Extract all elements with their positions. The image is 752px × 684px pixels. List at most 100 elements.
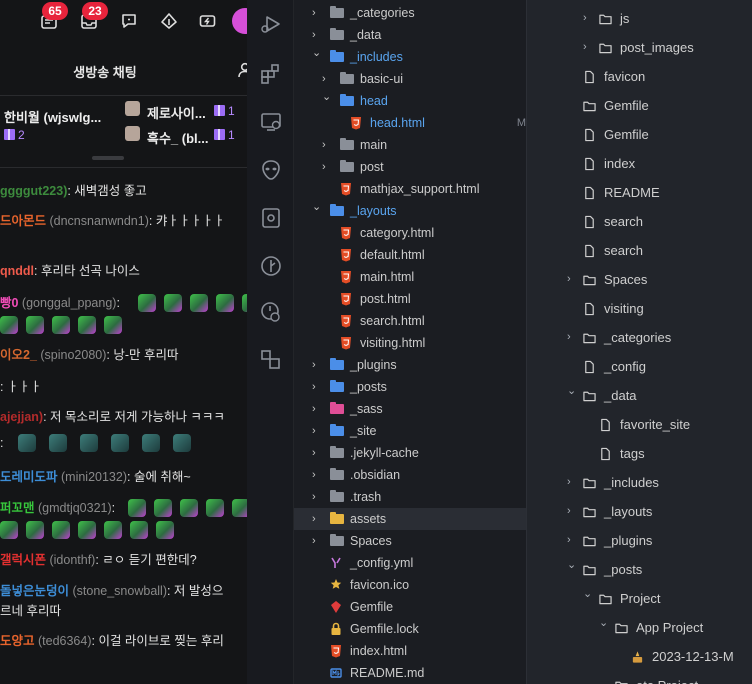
explorer-item[interactable]: › _categories: [294, 2, 526, 24]
explorer-item[interactable]: _config.yml: [294, 552, 526, 574]
chat-nickname[interactable]: 도레미도파: [0, 470, 58, 484]
notification-icon[interactable]: 65: [40, 2, 68, 30]
chevron-right-icon[interactable]: ›: [312, 442, 322, 464]
vault-tree-item[interactable]: ⌄ App Project: [527, 613, 752, 642]
donor-name[interactable]: 한비월 (wjswlg...: [4, 107, 101, 126]
explorer-item[interactable]: › main: [294, 134, 526, 156]
vault-tree-item[interactable]: visiting: [527, 294, 752, 323]
explorer-item[interactable]: default.html: [294, 244, 526, 266]
chevron-down-icon[interactable]: ⌄: [312, 196, 322, 218]
chevron-right-icon[interactable]: ›: [583, 4, 587, 33]
vault-tree-item[interactable]: Gemfile: [527, 91, 752, 120]
chevron-down-icon[interactable]: ⌄: [567, 377, 576, 406]
vault-tree-item[interactable]: › _categories: [527, 323, 752, 352]
explorer-item[interactable]: Gemfile.lock: [294, 618, 526, 640]
vault-tree-item[interactable]: search: [527, 236, 752, 265]
timeline-icon[interactable]: [259, 300, 283, 324]
explorer-item[interactable]: visiting.html: [294, 332, 526, 354]
chevron-right-icon[interactable]: ›: [567, 323, 571, 352]
chevron-right-icon[interactable]: ›: [312, 508, 322, 530]
explorer-item[interactable]: › _sass: [294, 398, 526, 420]
chat-nickname[interactable]: 도양고: [0, 634, 35, 648]
explorer-item[interactable]: mathjax_support.html: [294, 178, 526, 200]
vault-tree-item[interactable]: ete Project: [527, 671, 752, 684]
chevron-right-icon[interactable]: ›: [322, 156, 332, 178]
chat-nickname[interactable]: ajejjan): [0, 410, 43, 424]
run-debug-icon[interactable]: [259, 12, 283, 36]
explorer-item[interactable]: › _posts: [294, 376, 526, 398]
chat-nickname[interactable]: ggggut223): [0, 184, 67, 198]
chevron-right-icon[interactable]: ›: [312, 354, 322, 376]
explorer-item[interactable]: › .jekyll-cache: [294, 442, 526, 464]
chevron-right-icon[interactable]: ›: [567, 468, 571, 497]
vault-tree-item[interactable]: _config: [527, 352, 752, 381]
chevron-right-icon[interactable]: ›: [322, 134, 332, 156]
chat-nickname[interactable]: qnddl: [0, 264, 34, 278]
chat-nickname[interactable]: 돌넣은눈덩이: [0, 584, 69, 598]
chevron-right-icon[interactable]: ›: [583, 33, 587, 62]
chat-nickname[interactable]: 갤럭시폰: [0, 553, 46, 567]
chevron-down-icon[interactable]: ⌄: [312, 42, 322, 64]
extensions-icon[interactable]: [259, 62, 283, 86]
donor-name[interactable]: 흑수_ (bl...: [147, 128, 208, 147]
vault-tree-item[interactable]: Gemfile: [527, 120, 752, 149]
explorer-item[interactable]: head.html M: [294, 112, 526, 134]
explorer-item[interactable]: post.html: [294, 288, 526, 310]
diamond-icon[interactable]: [160, 12, 178, 30]
chat-nickname[interactable]: 이오2_: [0, 348, 37, 362]
chat-nickname[interactable]: 퍼꼬맨: [0, 501, 35, 515]
avatar[interactable]: [232, 8, 247, 34]
chevron-right-icon[interactable]: ›: [312, 420, 322, 442]
explorer-item[interactable]: › .obsidian: [294, 464, 526, 486]
vault-tree-item[interactable]: › js: [527, 4, 752, 33]
explorer-item[interactable]: search.html: [294, 310, 526, 332]
explorer-item[interactable]: Gemfile: [294, 596, 526, 618]
vault-tree-item[interactable]: ⌄ _data: [527, 381, 752, 410]
vault-tree-item[interactable]: tags: [527, 439, 752, 468]
explorer-item[interactable]: category.html: [294, 222, 526, 244]
chevron-down-icon[interactable]: ⌄: [322, 86, 332, 108]
vault-tree-item[interactable]: › _plugins: [527, 526, 752, 555]
chevron-right-icon[interactable]: ›: [312, 486, 322, 508]
vault-tree-item[interactable]: ⌄ _posts: [527, 555, 752, 584]
chevron-down-icon[interactable]: ⌄: [583, 580, 592, 609]
explorer-item[interactable]: › .trash: [294, 486, 526, 508]
vault-tree-item[interactable]: 2023-12-13-M: [527, 642, 752, 671]
vault-tree-item[interactable]: › Spaces: [527, 265, 752, 294]
vault-tree-item[interactable]: favicon: [527, 62, 752, 91]
explorer-item[interactable]: ⌄ head: [294, 90, 526, 112]
vault-tree-item[interactable]: README: [527, 178, 752, 207]
vault-tree-item[interactable]: index: [527, 149, 752, 178]
layout-icon[interactable]: [259, 348, 283, 372]
chevron-right-icon[interactable]: ›: [312, 464, 322, 486]
vault-tree-item[interactable]: ⌄ Project: [527, 584, 752, 613]
chat-bubble-icon[interactable]: [120, 12, 138, 30]
explorer-item[interactable]: › assets: [294, 508, 526, 530]
chevron-right-icon[interactable]: ›: [312, 376, 322, 398]
chevron-right-icon[interactable]: ›: [567, 265, 571, 294]
explorer-item[interactable]: › _data: [294, 24, 526, 46]
explorer-item[interactable]: ⌄ _includes: [294, 46, 526, 68]
chevron-down-icon[interactable]: ⌄: [567, 551, 576, 580]
vault-tree-item[interactable]: › _layouts: [527, 497, 752, 526]
alien-icon[interactable]: [259, 158, 283, 182]
battery-icon[interactable]: [199, 12, 217, 30]
explorer-item[interactable]: index.html: [294, 640, 526, 662]
chevron-right-icon[interactable]: ›: [312, 2, 322, 24]
explorer-item[interactable]: › Spaces: [294, 530, 526, 552]
explorer-item[interactable]: main.html: [294, 266, 526, 288]
source-control-icon[interactable]: [259, 254, 283, 278]
chevron-right-icon[interactable]: ›: [312, 398, 322, 420]
tools-icon[interactable]: [259, 206, 283, 230]
explorer-item[interactable]: › _site: [294, 420, 526, 442]
vault-tree-item[interactable]: favorite_site: [527, 410, 752, 439]
vault-tree-item[interactable]: › post_images: [527, 33, 752, 62]
chat-nickname[interactable]: 드아몬드: [0, 214, 46, 228]
explorer-item[interactable]: README.md: [294, 662, 526, 684]
explorer-item[interactable]: ⌄ _layouts: [294, 200, 526, 222]
chevron-right-icon[interactable]: ›: [312, 530, 322, 552]
vault-tree-item[interactable]: › _includes: [527, 468, 752, 497]
vault-tree-item[interactable]: search: [527, 207, 752, 236]
chevron-down-icon[interactable]: ⌄: [599, 609, 608, 638]
donor-name[interactable]: 제로사이...: [147, 103, 206, 122]
